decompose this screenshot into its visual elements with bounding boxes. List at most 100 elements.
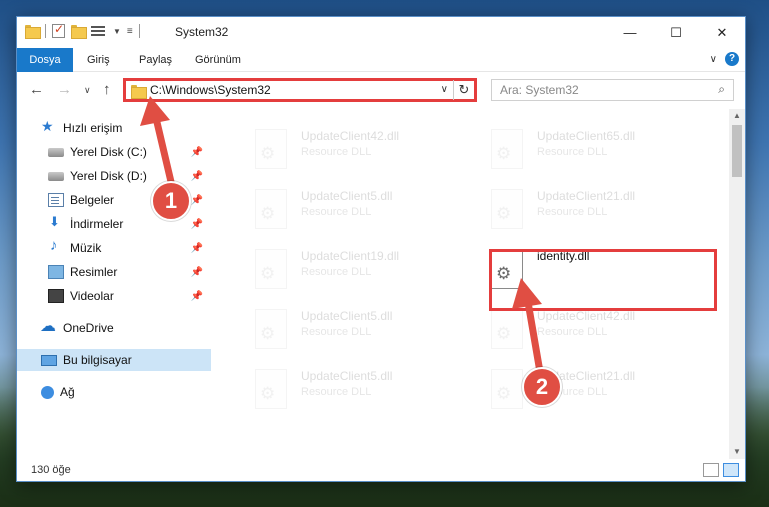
download-icon — [48, 214, 64, 231]
file-highlight-box — [489, 249, 717, 311]
file-item[interactable]: UpdateClient19.dll Resource DLL — [241, 243, 461, 297]
sidebar-item-label: Videolar — [70, 289, 114, 303]
file-list: UpdateClient42.dll Resource DLL UpdateCl… — [225, 109, 727, 459]
chevron-down-icon[interactable]: ▼ — [113, 27, 121, 36]
dll-file-icon — [491, 369, 523, 409]
refresh-icon[interactable]: ↻ — [453, 80, 474, 100]
search-icon[interactable]: ⌕ — [718, 82, 725, 97]
tab-file[interactable]: Dosya — [17, 48, 73, 72]
window-controls: — ☐ ✕ — [607, 17, 745, 48]
sidebar-item-label: Müzik — [70, 241, 102, 255]
sidebar-item-label: Belgeler — [70, 193, 115, 207]
vertical-scrollbar[interactable]: ▲ ▼ — [729, 109, 745, 459]
file-item[interactable]: UpdateClient21.dll Resource DLL — [477, 183, 697, 237]
address-bar[interactable]: C:\Windows\System32 ∨ ↻ — [123, 78, 477, 102]
sidebar-item-videos[interactable]: Videolar 📌 — [17, 285, 211, 307]
forward-arrow-icon[interactable]: → — [57, 81, 72, 98]
divider — [45, 24, 46, 38]
sidebar-item-label: Bu bilgisayar — [63, 353, 132, 367]
pin-icon[interactable]: 📌 — [191, 243, 203, 254]
file-item[interactable]: UpdateClient65.dll Resource DLL — [477, 123, 697, 177]
properties-check-icon[interactable] — [52, 22, 65, 38]
quick-access-menu-icon[interactable]: ≡ — [127, 26, 133, 37]
dll-file-icon — [255, 189, 287, 229]
dll-file-icon — [491, 129, 523, 169]
file-item[interactable]: UpdateClient5.dll Resource DLL — [241, 183, 461, 237]
pin-icon[interactable]: 📌 — [191, 291, 203, 302]
pin-icon[interactable]: 📌 — [191, 147, 203, 158]
pin-icon[interactable]: 📌 — [191, 195, 203, 206]
sidebar-item-music[interactable]: Müzik 📌 — [17, 237, 211, 259]
step-badge-1: 1 — [151, 181, 191, 221]
details-view-icon[interactable] — [703, 463, 719, 477]
navigation-pane: Hızlı erişim Yerel Disk (C:) 📌 Yerel Dis… — [17, 109, 213, 459]
minimize-button[interactable]: — — [607, 17, 653, 48]
pin-icon[interactable]: 📌 — [191, 171, 203, 182]
file-item[interactable]: UpdateClient21.dll Resource DLL — [477, 363, 697, 417]
disk-icon — [48, 171, 64, 181]
file-explorer-window: ▼ ≡ System32 — ☐ ✕ Dosya Giriş Paylaş Gö… — [16, 16, 746, 482]
tiles-view-icon[interactable] — [723, 463, 739, 477]
view-toggles — [703, 463, 739, 477]
sidebar-item-label: OneDrive — [63, 321, 114, 335]
file-name: UpdateClient5.dll — [301, 309, 393, 323]
file-name: UpdateClient21.dll — [537, 189, 636, 203]
videos-icon — [48, 289, 64, 303]
scrollbar-thumb[interactable] — [732, 125, 742, 177]
sidebar-item-onedrive[interactable]: OneDrive — [17, 316, 211, 339]
help-icon[interactable]: ? — [725, 52, 739, 66]
music-icon — [48, 237, 64, 255]
dll-file-icon — [255, 309, 287, 349]
tab-home[interactable]: Giriş — [77, 48, 120, 72]
file-item[interactable]: UpdateClient5.dll Resource DLL — [241, 303, 461, 357]
sidebar-item-label: İndirmeler — [70, 217, 124, 231]
file-name: UpdateClient5.dll — [301, 369, 393, 383]
folder-icon — [25, 25, 41, 39]
star-icon — [41, 118, 57, 135]
disk-icon — [48, 147, 64, 157]
file-name: UpdateClient5.dll — [301, 189, 393, 203]
step-badge-2: 2 — [522, 367, 562, 407]
file-item[interactable]: UpdateClient42.dll Resource DLL — [241, 123, 461, 177]
pin-icon[interactable]: 📌 — [191, 267, 203, 278]
sidebar-item-network[interactable]: Ağ — [17, 381, 211, 403]
pin-icon[interactable]: 📌 — [191, 219, 203, 230]
close-button[interactable]: ✕ — [699, 17, 745, 48]
pictures-icon — [48, 265, 64, 279]
scroll-up-icon[interactable]: ▲ — [729, 109, 745, 123]
sidebar-item-pictures[interactable]: Resimler 📌 — [17, 261, 211, 283]
file-item[interactable]: UpdateClient5.dll Resource DLL — [241, 363, 461, 417]
dll-file-icon — [255, 129, 287, 169]
tab-share[interactable]: Paylaş — [129, 48, 182, 72]
chevron-down-icon[interactable]: ∨ — [441, 84, 448, 95]
address-path[interactable]: C:\Windows\System32 — [150, 83, 271, 97]
expand-ribbon-icon[interactable]: ∨ — [710, 54, 717, 65]
item-count: 130 öğe — [31, 464, 71, 476]
file-name: UpdateClient42.dll — [301, 129, 400, 143]
window-title: System32 — [175, 25, 229, 39]
customize-icon[interactable] — [91, 24, 107, 38]
sidebar-item-quick-access[interactable]: Hızlı erişim — [17, 117, 211, 139]
file-type: Resource DLL — [537, 206, 608, 218]
cloud-icon — [40, 316, 57, 336]
network-icon — [41, 385, 54, 399]
up-arrow-icon[interactable]: ↑ — [103, 81, 111, 98]
sidebar-item-this-pc[interactable]: Bu bilgisayar — [17, 349, 211, 371]
file-type: Resource DLL — [301, 386, 372, 398]
dll-file-icon — [255, 369, 287, 409]
sidebar-item-local-disk-c[interactable]: Yerel Disk (C:) 📌 — [17, 141, 211, 163]
search-box[interactable]: Ara: System32 ⌕ — [491, 79, 734, 101]
search-placeholder[interactable]: Ara: System32 — [500, 83, 579, 97]
dll-file-icon — [491, 309, 523, 349]
maximize-button[interactable]: ☐ — [653, 17, 699, 48]
back-arrow-icon[interactable]: ← — [29, 81, 44, 98]
sidebar-item-label: Resimler — [70, 265, 118, 279]
scroll-down-icon[interactable]: ▼ — [729, 445, 745, 459]
recent-locations-icon[interactable]: ∨ — [84, 85, 91, 96]
sidebar-item-label: Yerel Disk (C:) — [70, 145, 147, 159]
documents-icon — [48, 193, 64, 207]
new-folder-icon[interactable] — [71, 25, 87, 39]
sidebar-item-label: Yerel Disk (D:) — [70, 169, 147, 183]
tab-view[interactable]: Görünüm — [185, 48, 251, 72]
file-item[interactable]: UpdateClient42.dll Resource DLL — [477, 303, 697, 357]
